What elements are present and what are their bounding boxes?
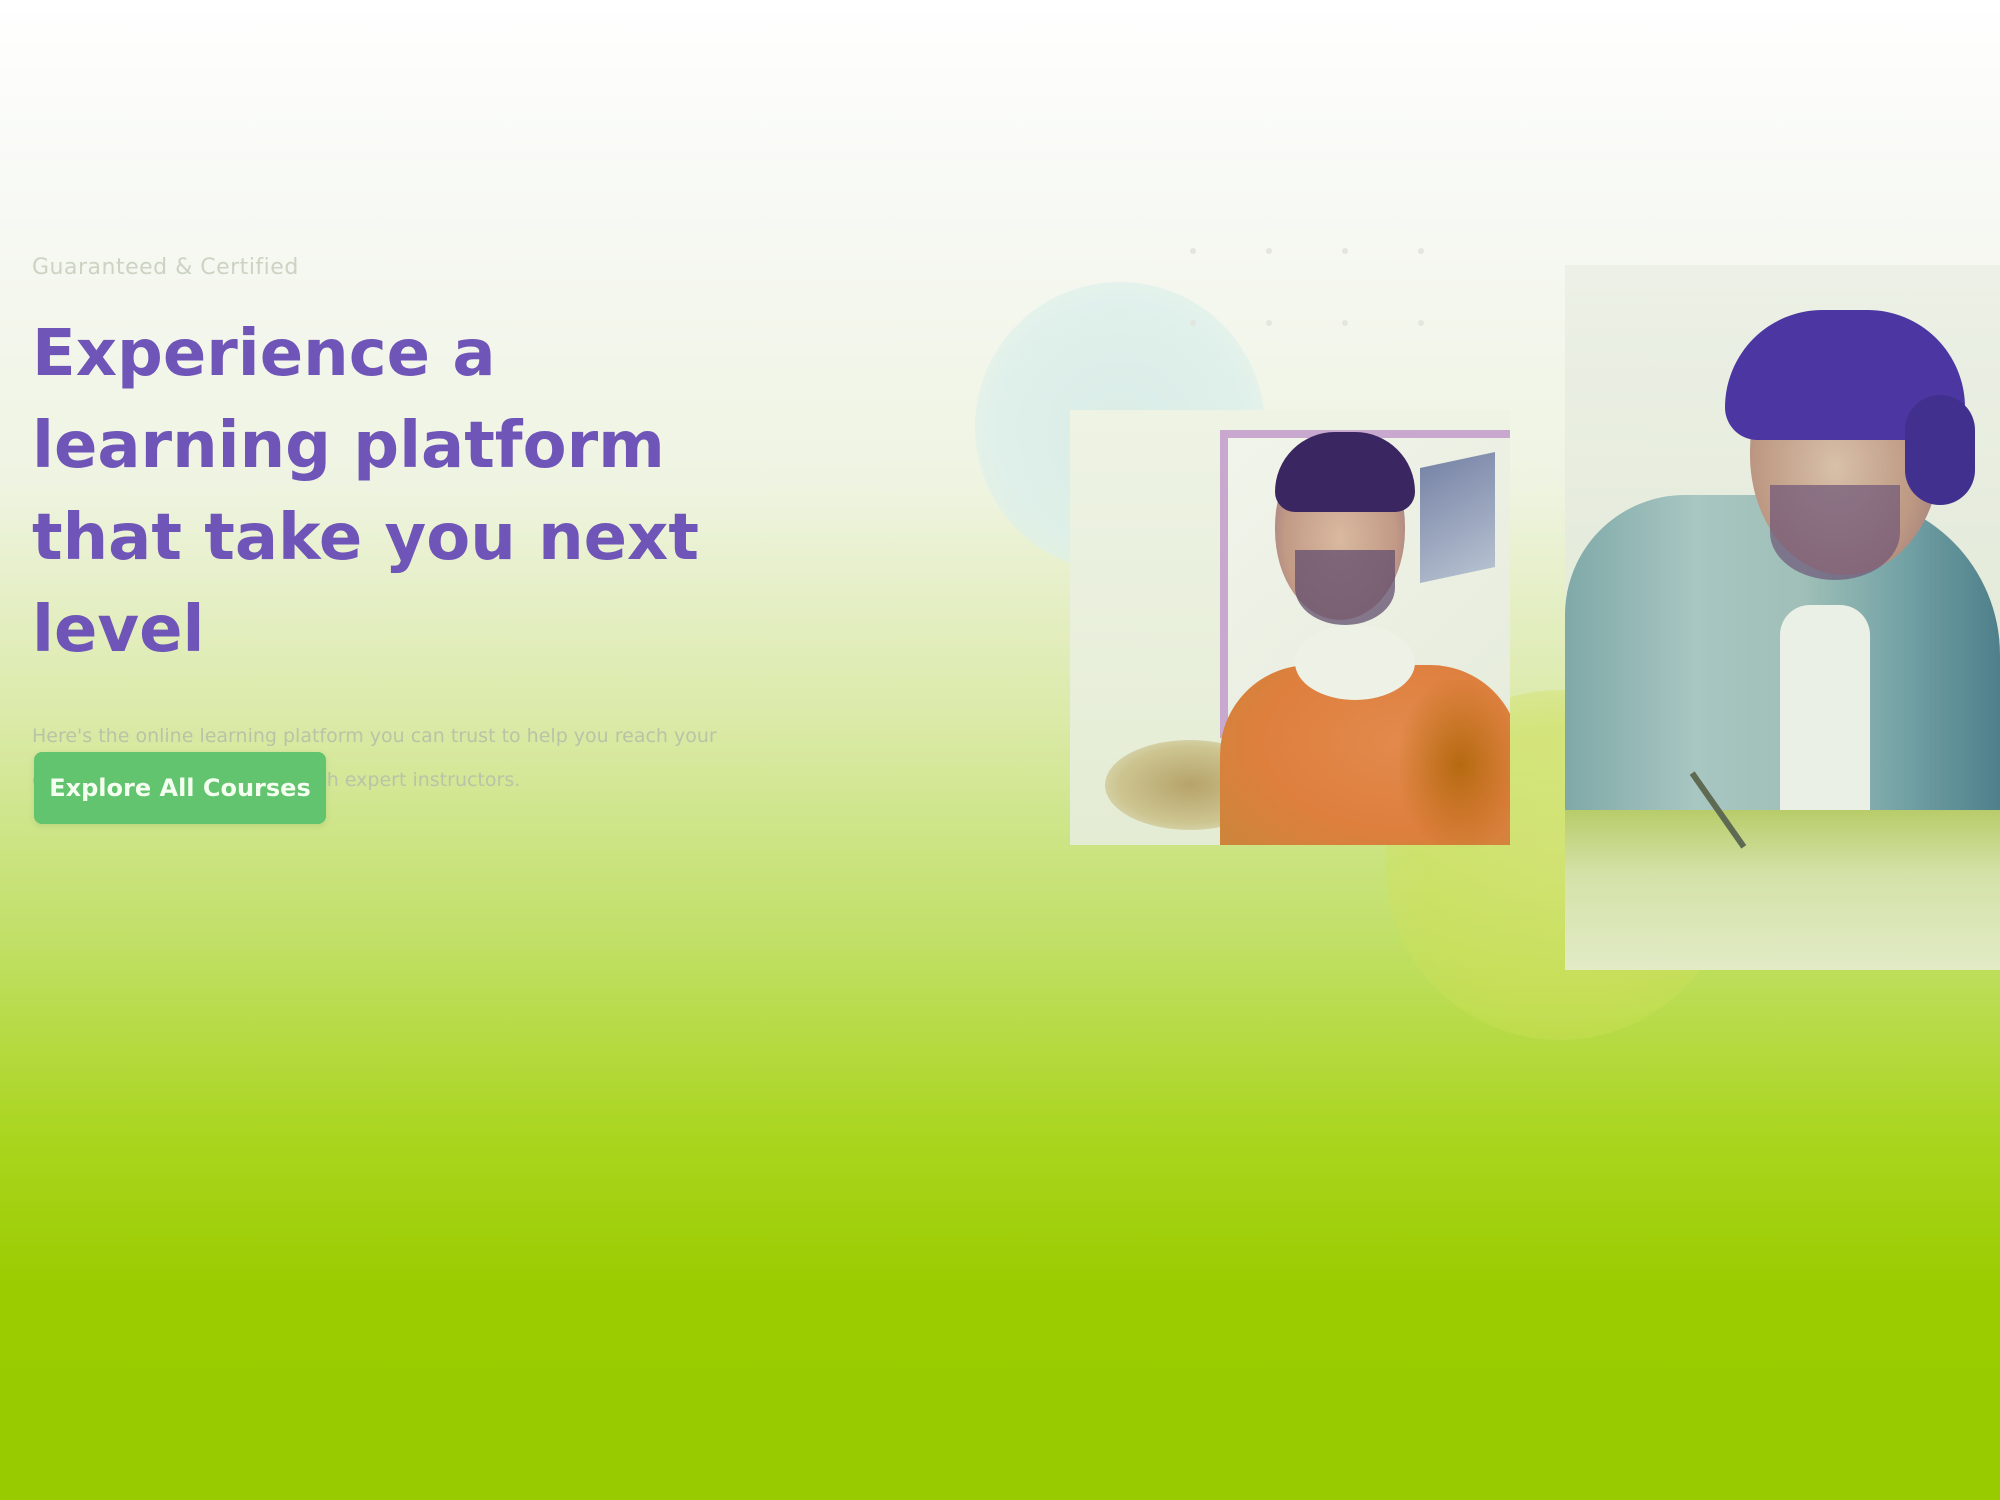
hero-eyebrow: Guaranteed & Certified	[32, 255, 299, 280]
dot	[1342, 248, 1348, 254]
student-with-headphones-photo	[1070, 410, 1510, 845]
dot	[1418, 248, 1424, 254]
dot	[1266, 320, 1272, 326]
window-pane	[1420, 452, 1495, 583]
dot	[1190, 248, 1196, 254]
dot	[1190, 320, 1196, 326]
headphones-around-neck	[1295, 625, 1415, 700]
student-writing-photo	[1565, 265, 2000, 970]
shirt-shadow	[1400, 680, 1510, 845]
desk	[1565, 810, 2000, 970]
dot	[1342, 320, 1348, 326]
hero-headline: Experience a learning platform that take…	[32, 317, 699, 667]
hero-text-block: Guaranteed & Certified Experience a lear…	[32, 255, 832, 802]
headphones-icon	[1905, 395, 1975, 505]
dot	[1266, 248, 1272, 254]
explore-courses-button[interactable]: Explore All Courses	[34, 752, 326, 824]
dot	[1418, 320, 1424, 326]
decorative-dot-grid	[1190, 248, 1426, 326]
beard	[1770, 485, 1900, 580]
beard	[1295, 550, 1395, 625]
